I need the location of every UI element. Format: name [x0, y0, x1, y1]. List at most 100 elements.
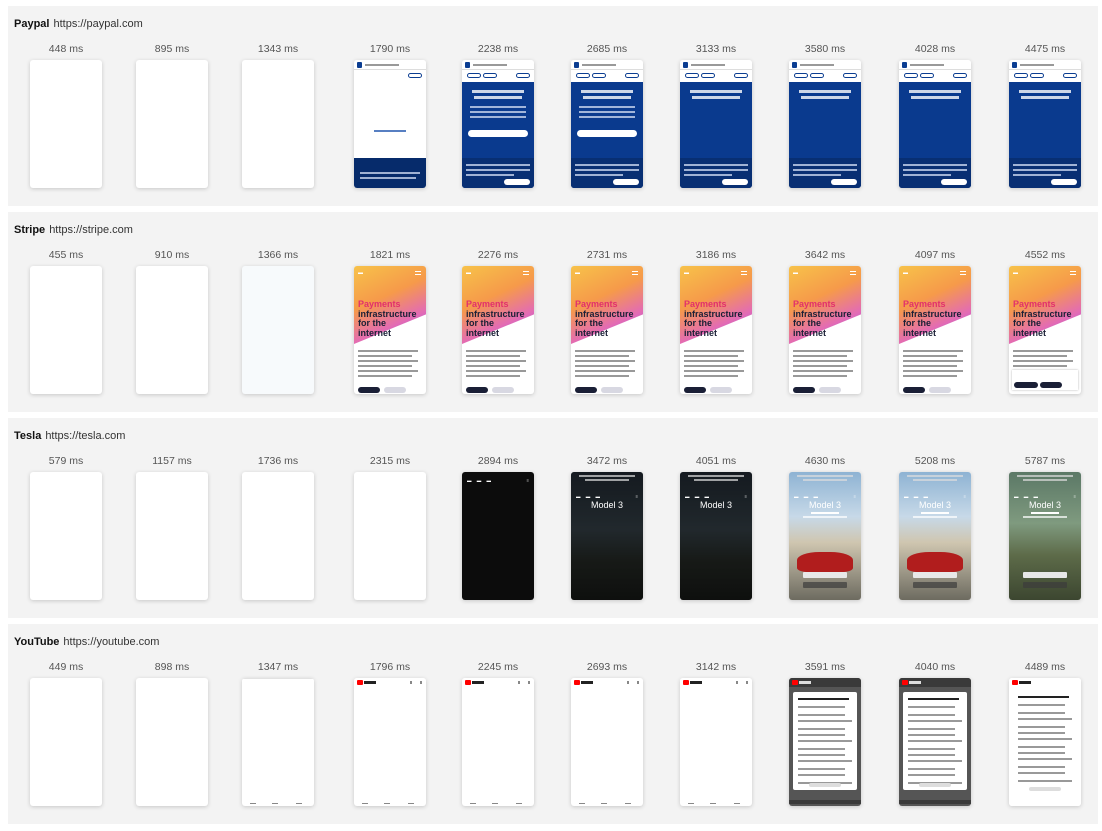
browser-bar: [680, 60, 752, 70]
body-text-line: [575, 365, 629, 367]
tesla-logo-icon: ▬ ▬ ▬: [576, 494, 603, 499]
text-line: [903, 174, 951, 176]
nav-pill: [483, 73, 497, 78]
frame-thumbnail[interactable]: ▬ ▬ ▬ ≡: [462, 472, 534, 600]
body-text-line: [575, 370, 635, 372]
frame-thumbnail[interactable]: ▬ Payments infrastructure for the internet: [571, 266, 643, 394]
frame-thumbnail[interactable]: [462, 678, 534, 806]
frame-thumbnail[interactable]: [354, 60, 426, 188]
frame-time: 3142 ms: [695, 661, 737, 673]
hero-line-4: internet: [358, 327, 392, 338]
frame-thumbnail[interactable]: [1009, 678, 1081, 806]
frame-thumbnail[interactable]: [680, 678, 752, 806]
bottom-nav: [354, 800, 426, 804]
text-line: [1013, 169, 1077, 171]
frame-thumbnail[interactable]: [136, 266, 208, 394]
frame-thumbnail[interactable]: [680, 60, 752, 188]
frame-time: 1821 ms: [369, 249, 411, 261]
tesla-logo-icon: ▬ ▬ ▬: [467, 478, 494, 483]
body-text-line: [466, 350, 526, 352]
frame-thumbnail[interactable]: [1009, 60, 1081, 188]
frame-time: 3591 ms: [804, 661, 846, 673]
dialog-text-line: [908, 768, 955, 770]
tesla-logo-icon: ▬ ▬ ▬: [794, 494, 821, 499]
frame-time: 4097 ms: [914, 249, 956, 261]
consent-dialog: [793, 692, 857, 790]
frame-thumbnail[interactable]: [789, 60, 861, 188]
nav-item: [470, 802, 476, 804]
hero-headline: Payments infrastructure for the internet: [793, 299, 859, 338]
youtube-wordmark: [472, 681, 484, 684]
frame-thumbnail[interactable]: ▬ Payments infrastructure for the internet: [462, 266, 534, 394]
body-text-line: [575, 355, 629, 357]
nav-pill: [810, 73, 824, 78]
frame-thumbnail[interactable]: [899, 60, 971, 188]
frame-thumbnail[interactable]: ▬ ▬ ▬ ≡ Model 3: [571, 472, 643, 600]
youtube-wordmark: [799, 681, 811, 684]
text-line: [466, 164, 530, 166]
demo-button: [1023, 582, 1067, 588]
hero-line-4: internet: [793, 327, 827, 338]
menu-icon: [523, 271, 529, 275]
frame-thumbnail[interactable]: [571, 678, 643, 806]
nav-item: [296, 802, 302, 804]
frame-thumbnail[interactable]: [242, 60, 314, 188]
frame-thumbnail[interactable]: [136, 678, 208, 806]
frame-thumbnail[interactable]: [30, 60, 102, 188]
browser-bar: [462, 60, 534, 70]
site-url[interactable]: https://stripe.com: [49, 224, 133, 236]
frame-thumbnail[interactable]: ▬ ▬ ▬ ≡ Model 3: [899, 472, 971, 600]
frame-thumbnail[interactable]: ▬ Payments infrastructure for the internet: [680, 266, 752, 394]
frame-thumbnail[interactable]: [354, 678, 426, 806]
frame-thumbnail[interactable]: [242, 266, 314, 394]
frame-thumbnail[interactable]: [30, 678, 102, 806]
text-line: [793, 174, 841, 176]
frame-time: 1157 ms: [152, 455, 192, 467]
tesla-logo-icon: ▬ ▬ ▬: [685, 494, 712, 499]
frame-thumbnail[interactable]: [242, 472, 314, 600]
frame-thumbnail[interactable]: [899, 678, 971, 806]
body-text-line: [1013, 355, 1067, 357]
frame-time: 1736 ms: [257, 455, 299, 467]
hero-line-4: internet: [575, 327, 609, 338]
frame-time: 449 ms: [48, 661, 84, 673]
nav-pill: [685, 73, 699, 78]
frame-thumbnail[interactable]: ▬ ▬ ▬ ≡ Model 3: [680, 472, 752, 600]
frame-thumbnail[interactable]: ▬ ▬ ▬ ≡ Model 3: [789, 472, 861, 600]
tesla-logo-icon: ▬ ▬ ▬: [1014, 494, 1041, 499]
youtube-wordmark: [1019, 681, 1031, 684]
dialog-text-line: [1018, 780, 1072, 782]
text-line: [470, 111, 526, 113]
start-now-button: [793, 387, 815, 393]
frame-thumbnail[interactable]: ▬ Payments infrastructure for the internet: [1009, 266, 1081, 394]
site-url[interactable]: https://youtube.com: [63, 636, 159, 648]
text-line: [579, 111, 635, 113]
nav-item: [734, 802, 740, 804]
frame-thumbnail[interactable]: [136, 472, 208, 600]
text-line: [575, 174, 623, 176]
frame-thumbnail[interactable]: [136, 60, 208, 188]
frame-thumbnail[interactable]: ▬ Payments infrastructure for the internet: [899, 266, 971, 394]
site-url[interactable]: https://paypal.com: [53, 18, 142, 30]
frame-thumbnail[interactable]: [462, 60, 534, 188]
frame-thumbnail[interactable]: [789, 678, 861, 806]
frame-thumbnail[interactable]: [30, 266, 102, 394]
frame-thumbnail[interactable]: ▬ Payments infrastructure for the internet: [789, 266, 861, 394]
text-line: [684, 164, 748, 166]
frame-thumbnail[interactable]: ▬ ▬ ▬ ≡ Model 3: [1009, 472, 1081, 600]
youtube-header: [680, 678, 752, 687]
frame-thumbnail[interactable]: ▬ Payments infrastructure for the internet: [354, 266, 426, 394]
frame-thumbnail[interactable]: [571, 60, 643, 188]
frame-thumbnail[interactable]: [242, 678, 314, 806]
cookie-button: [613, 179, 639, 185]
frame-time: 1796 ms: [369, 661, 411, 673]
model-title: Model 3: [1028, 500, 1062, 510]
youtube-wordmark: [690, 681, 702, 684]
frame-thumbnail[interactable]: [354, 472, 426, 600]
text-line: [466, 169, 530, 171]
dialog-text-line: [1018, 738, 1072, 740]
body-text-line: [903, 360, 963, 362]
frame-thumbnail[interactable]: [30, 472, 102, 600]
site-url[interactable]: https://tesla.com: [45, 430, 125, 442]
signup-button: [577, 130, 637, 137]
